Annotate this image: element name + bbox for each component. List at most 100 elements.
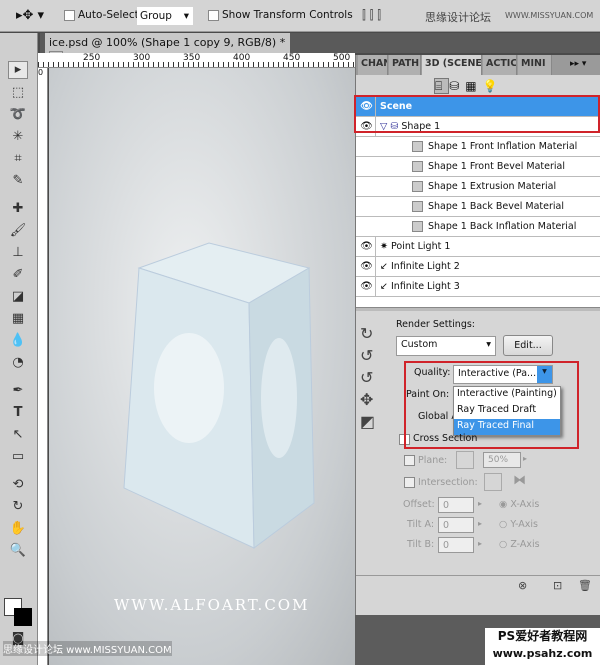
eye-icon[interactable]: 👁 <box>358 277 376 296</box>
scene-filter-icon: ⌸ <box>434 78 450 94</box>
document-canvas[interactable]: WWW.ALFOART.COM <box>49 68 355 665</box>
marquee-tool-icon[interactable]: ⬚ <box>8 85 28 103</box>
offset-field: 0 <box>438 497 474 513</box>
toggle-ground-plane-icon[interactable]: ⊗ <box>518 579 527 592</box>
point-light-icon: ✷ <box>380 241 388 252</box>
z-axis-radio: ○ Z-Axis <box>499 539 540 550</box>
3d-material-icon: ◩ <box>360 412 376 431</box>
render-settings-label: Render Settings: <box>396 319 476 330</box>
slider-arrow-icon: ▸ <box>478 519 483 528</box>
tilt-b-label: Tilt B: <box>407 539 435 550</box>
type-tool-icon[interactable]: T <box>8 405 28 423</box>
layer-row-material[interactable]: Shape 1 Back Inflation Material <box>356 217 600 237</box>
infinite-light-icon: ↙ <box>380 281 388 292</box>
tilt-a-field: 0 <box>438 517 474 533</box>
layer-row-light[interactable]: 👁 ↙ Infinite Light 3 <box>356 277 600 297</box>
material-swatch-icon <box>412 221 423 232</box>
3d-scene-panel: CHAN PATH 3D (SCENE) ACTIC MINI ▸▸ ▾ ⌸⛁▦… <box>354 55 600 615</box>
history-brush-icon[interactable]: ✐ <box>8 267 28 285</box>
infinite-light-icon: ↙ <box>380 261 388 272</box>
document-tab[interactable]: ice.psd @ 100% (Shape 1 copy 9, RGB/8) *… <box>45 33 290 63</box>
3d-light-icon: ✥ <box>360 390 374 409</box>
plane-opacity-field: 50% <box>483 452 521 468</box>
eyedropper-icon[interactable]: ✎ <box>8 173 28 191</box>
watermark-bottom-right: PS爱好者教程网 www.psahz.com <box>485 628 600 665</box>
document-title: ice.psd @ 100% (Shape 1 copy 9, RGB/8) * <box>49 36 286 49</box>
eraser-icon[interactable]: ◪ <box>8 289 28 307</box>
auto-select-dropdown[interactable]: Group ▾ <box>137 7 193 25</box>
eye-icon[interactable]: 👁 <box>358 237 376 256</box>
auto-select-checkbox[interactable] <box>64 10 75 21</box>
tab-paths[interactable]: PATH <box>389 55 421 75</box>
canvas-watermark: WWW.ALFOART.COM <box>114 596 310 614</box>
eye-icon[interactable]: 👁 <box>358 257 376 276</box>
panel-splitter[interactable] <box>356 307 600 311</box>
watermark-top-url: WWW.MISSYUAN.COM <box>505 11 594 20</box>
horizontal-ruler: 250 300 350 400 450 500 <box>38 53 355 68</box>
layer-row-material[interactable]: Shape 1 Front Bevel Material <box>356 157 600 177</box>
3d-tool-icons[interactable]: ↻ ↺ ↺ ✥ ◩ <box>360 323 375 433</box>
crop-tool-icon[interactable]: ⌗ <box>8 151 28 169</box>
move-tool-preset-icon[interactable]: ▸✥ ▾ <box>16 8 44 23</box>
slider-arrow-icon: ▸ <box>523 454 528 463</box>
shape-tool-icon[interactable]: ▭ <box>8 449 28 467</box>
healing-brush-icon[interactable]: ✚ <box>8 201 28 219</box>
x-axis-radio: ◉ X-Axis <box>499 499 540 510</box>
intersection-label: Intersection: <box>418 477 478 488</box>
dodge-tool-icon[interactable]: ◔ <box>8 355 28 373</box>
background-color-swatch[interactable] <box>14 608 32 626</box>
edit-button[interactable]: Edit... <box>503 335 553 356</box>
layer-row-material[interactable]: Shape 1 Back Bevel Material <box>356 197 600 217</box>
render-preset-dropdown[interactable]: Custom ▾ <box>396 336 496 356</box>
gradient-tool-icon[interactable]: ▦ <box>8 311 28 329</box>
intersection-color-swatch <box>484 473 502 491</box>
new-light-icon[interactable]: ⊡ <box>553 579 562 592</box>
y-axis-radio: ○ Y-Axis <box>499 519 538 530</box>
brush-tool-icon[interactable]: 🖌 <box>8 223 28 241</box>
path-selection-icon[interactable]: ↖ <box>8 427 28 445</box>
tab-actions[interactable]: ACTIC <box>483 55 517 75</box>
trash-icon[interactable]: 🗑 <box>578 579 592 592</box>
blur-tool-icon[interactable]: 💧 <box>8 333 28 351</box>
options-bar: ▸✥ ▾ Auto-Select: Group ▾ Show Transform … <box>0 0 600 32</box>
document-tab-bar: ice.psd @ 100% (Shape 1 copy 9, RGB/8) *… <box>40 33 600 63</box>
highlight-box-scene <box>354 95 600 133</box>
layer-row-material[interactable]: Shape 1 Front Inflation Material <box>356 137 600 157</box>
tools-panel: ▸ ⬚ ➰ ✳ ⌗ ✎ ✚ 🖌 ⊥ ✐ ◪ ▦ 💧 ◔ ✒ T ↖ ▭ ⟲ ↻ … <box>0 33 38 665</box>
tilt-a-label: Tilt A: <box>407 519 435 530</box>
layer-row-light[interactable]: 👁 ↙ Infinite Light 2 <box>356 257 600 277</box>
panel-footer: ⊗ ⊡ 🗑 <box>356 575 600 597</box>
3d-rotate-icon[interactable]: ⟲ <box>8 477 28 495</box>
layer-row-light[interactable]: 👁 ✷ Point Light 1 <box>356 237 600 257</box>
align-icons[interactable]: ⫿ ⫿ ⫿ <box>362 8 381 23</box>
flip-section-icon: ⧓ <box>513 473 526 488</box>
plane-color-swatch <box>456 451 474 469</box>
magic-wand-icon[interactable]: ✳ <box>8 129 28 147</box>
3d-mesh-icon: ↺ <box>360 368 374 387</box>
material-swatch-icon <box>412 161 423 172</box>
material-swatch-icon <box>412 141 423 152</box>
3d-orbit-icon[interactable]: ↻ <box>8 499 28 517</box>
tab-channels[interactable]: CHAN <box>358 55 388 75</box>
scene-filter-icons[interactable]: ⌸⛁▦💡 <box>434 78 504 94</box>
zoom-tool-icon[interactable]: 🔍 <box>8 543 28 561</box>
intersection-checkbox <box>404 477 415 488</box>
watermark-bottom-left: 思缘设计论坛 www.MISSYUAN.COM <box>3 641 172 656</box>
3d-camera-icon: ↺ <box>360 346 374 365</box>
material-swatch-icon <box>412 201 423 212</box>
lasso-tool-icon[interactable]: ➰ <box>8 107 28 125</box>
plane-label: Plane: <box>418 455 448 466</box>
plane-checkbox <box>404 455 415 466</box>
move-tool-icon[interactable]: ▸ <box>8 61 28 79</box>
panel-menu-icon[interactable]: ▸▸ ▾ <box>570 59 586 69</box>
tab-3d-scene[interactable]: 3D (SCENE) <box>422 55 482 75</box>
tab-mini-bridge[interactable]: MINI <box>518 55 552 75</box>
hand-tool-icon[interactable]: ✋ <box>8 521 28 539</box>
show-transform-checkbox[interactable] <box>208 10 219 21</box>
auto-select-value: Group <box>140 10 172 22</box>
pen-tool-icon[interactable]: ✒ <box>8 383 28 401</box>
ice-cube-image <box>123 242 315 549</box>
tilt-b-field: 0 <box>438 537 474 553</box>
layer-row-material[interactable]: Shape 1 Extrusion Material <box>356 177 600 197</box>
stamp-tool-icon[interactable]: ⊥ <box>8 245 28 263</box>
